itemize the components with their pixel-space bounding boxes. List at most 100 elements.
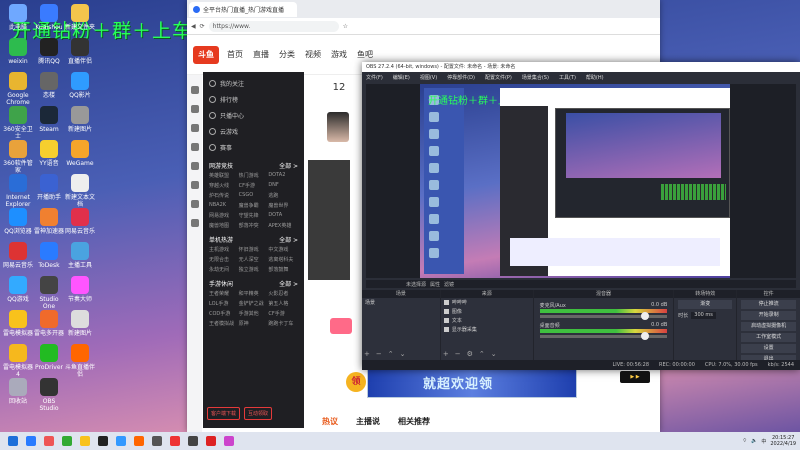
source-item[interactable]: 显示器采集	[441, 325, 533, 334]
category-link[interactable]: 火影忍者	[268, 290, 298, 297]
obs-menu-item[interactable]: 编辑(E)	[393, 74, 410, 81]
obs-menu-item[interactable]: 场景集合(S)	[522, 74, 549, 81]
game-thumbnail[interactable]	[308, 160, 350, 280]
duration-input[interactable]: 300 ms	[691, 312, 716, 319]
category-link[interactable]: 守望先锋	[239, 212, 269, 219]
category-link[interactable]: DOTA2	[268, 172, 298, 179]
desktop-icon[interactable]: weixin	[3, 38, 33, 65]
refresh-icon[interactable]: ⟳	[200, 23, 205, 30]
category-link[interactable]: 穿越火线	[209, 182, 239, 189]
add-icon[interactable]: +	[443, 350, 449, 358]
nav-link[interactable]: 鱼吧	[357, 49, 373, 60]
star-icon[interactable]: ☆	[343, 23, 348, 30]
slider-handle[interactable]	[641, 312, 650, 320]
network-icon[interactable]: ⌔	[742, 438, 747, 444]
rail-star-icon[interactable]	[190, 162, 199, 170]
source-bar-item[interactable]: 属性	[430, 281, 440, 288]
source-item[interactable]: 图像	[441, 307, 533, 316]
desktop-icon[interactable]: OBS Studio	[34, 378, 64, 412]
source-item[interactable]: 文本	[441, 316, 533, 325]
desktop-icon[interactable]: 雷电多开器	[34, 310, 64, 337]
category-link[interactable]: 热门游戏	[239, 172, 269, 179]
url-input[interactable]: https://www.	[208, 20, 339, 32]
category-link[interactable]: DOTA	[268, 212, 298, 219]
promo-icon[interactable]	[330, 318, 352, 334]
side-item[interactable]: 云游戏	[209, 123, 298, 139]
control-button[interactable]: 开始录制	[741, 311, 796, 320]
desktop-icon[interactable]: QQ游戏	[3, 276, 33, 303]
side-event-row[interactable]: 赛事	[209, 139, 298, 155]
category-link[interactable]: 逃跑	[268, 192, 298, 199]
desktop-icon[interactable]: YY语音	[34, 140, 64, 167]
desktop-icon[interactable]: 回收站	[3, 378, 33, 405]
content-tab[interactable]: 主播说	[356, 416, 380, 427]
desktop-icon[interactable]: 斗鱼直播伴侣	[65, 344, 95, 378]
desktop-icon[interactable]: WeGame	[65, 140, 95, 167]
category-link[interactable]: 怀旧游戏	[239, 246, 269, 253]
control-button[interactable]: 停止推流	[741, 300, 796, 309]
category-link[interactable]: 永劫无间	[209, 266, 239, 273]
category-link[interactable]: 魔兽争霸	[239, 202, 269, 209]
taskbar-app-icon[interactable]	[26, 436, 36, 446]
category-link[interactable]: 部落冲突	[239, 222, 269, 229]
obs-menu-item[interactable]: 停靠部件(D)	[447, 74, 475, 81]
obs-menu-item[interactable]: 工具(T)	[559, 74, 576, 81]
rail-shop-icon[interactable]	[190, 143, 199, 151]
category-link[interactable]: COD手游	[209, 310, 239, 317]
category-link[interactable]: 手游其他	[239, 310, 269, 317]
input-method[interactable]: 中	[761, 438, 766, 445]
desktop-icon[interactable]: 360安全卫士	[3, 106, 33, 140]
desktop-icon[interactable]: 恋楼	[34, 72, 64, 99]
category-link[interactable]: APEX英雄	[268, 222, 298, 229]
rail-video-icon[interactable]	[190, 105, 199, 113]
obs-menu-item[interactable]: 视图(V)	[420, 74, 437, 81]
source-bar-item[interactable]: 滤镜	[444, 281, 454, 288]
rail-list-icon[interactable]	[190, 200, 199, 208]
category-link[interactable]: 王者荣耀	[209, 290, 239, 297]
desktop-icon[interactable]: Internet Explorer	[3, 174, 33, 208]
remove-icon[interactable]: −	[455, 350, 461, 358]
desktop-icon[interactable]: Studio One	[34, 276, 64, 310]
source-bar-item[interactable]: 未选择源	[406, 281, 426, 288]
desktop-icon[interactable]: 新建文件夹	[65, 4, 95, 31]
desktop-icon[interactable]: 节奏大师	[65, 276, 95, 303]
obs-menu-item[interactable]: 配置文件(P)	[485, 74, 512, 81]
source-item[interactable]: 哔哔哔	[441, 298, 533, 307]
desktop-icon[interactable]: 开播助手	[34, 174, 64, 201]
volume-slider[interactable]	[539, 312, 668, 320]
taskbar-app-icon[interactable]	[8, 436, 18, 446]
category-link[interactable]: 逃离塔科夫	[268, 256, 298, 263]
gear-icon[interactable]: ⚙	[467, 350, 473, 358]
clock[interactable]: 20:15:27 2022/4/19	[770, 435, 796, 447]
control-button[interactable]: 启动虚拟摄像机	[741, 322, 796, 331]
category-link[interactable]: DNF	[268, 182, 298, 189]
nav-link[interactable]: 视频	[305, 49, 321, 60]
category-link[interactable]: 英雄联盟	[209, 172, 239, 179]
desktop-icon[interactable]: 主播工具	[65, 242, 95, 269]
category-link[interactable]: 王者模拟战	[209, 320, 239, 327]
desktop-icon[interactable]: 腾讯QQ	[34, 38, 64, 65]
taskbar-app-icon[interactable]	[152, 436, 162, 446]
desktop-icon[interactable]: QQ浏览器	[3, 208, 33, 235]
category-link[interactable]: 独立游戏	[239, 266, 269, 273]
desktop-icon[interactable]: 雷电模拟器	[3, 310, 33, 337]
category-link[interactable]: 无限合击	[209, 256, 239, 263]
desktop-icon[interactable]: 360软件管家	[3, 140, 33, 174]
category-link[interactable]: 第五人格	[268, 300, 298, 307]
desktop-icon[interactable]: 新建图片	[65, 106, 95, 133]
browser-tab[interactable]: 全平台热门直播_热门游戏直播	[189, 1, 297, 17]
taskbar-app-icon[interactable]	[188, 436, 198, 446]
desktop-icon[interactable]: Steam	[34, 106, 64, 133]
claim-badge[interactable]: 领	[346, 372, 366, 392]
streamer-avatar[interactable]	[327, 112, 349, 142]
obs-menu-item[interactable]: 帮助(H)	[586, 74, 604, 81]
content-tab[interactable]: 相关推荐	[398, 416, 430, 427]
add-icon[interactable]: +	[364, 350, 370, 358]
taskbar-app-icon[interactable]	[224, 436, 234, 446]
desktop-icon[interactable]: ToDesk	[34, 242, 64, 269]
desktop-icon[interactable]: 新建图片	[65, 310, 95, 337]
nav-link[interactable]: 首页	[227, 49, 243, 60]
desktop-icon[interactable]: 直播伴侣	[65, 38, 95, 65]
side-item[interactable]: 只播中心	[209, 107, 298, 123]
desktop-icon[interactable]: 网易云音乐	[65, 208, 95, 235]
